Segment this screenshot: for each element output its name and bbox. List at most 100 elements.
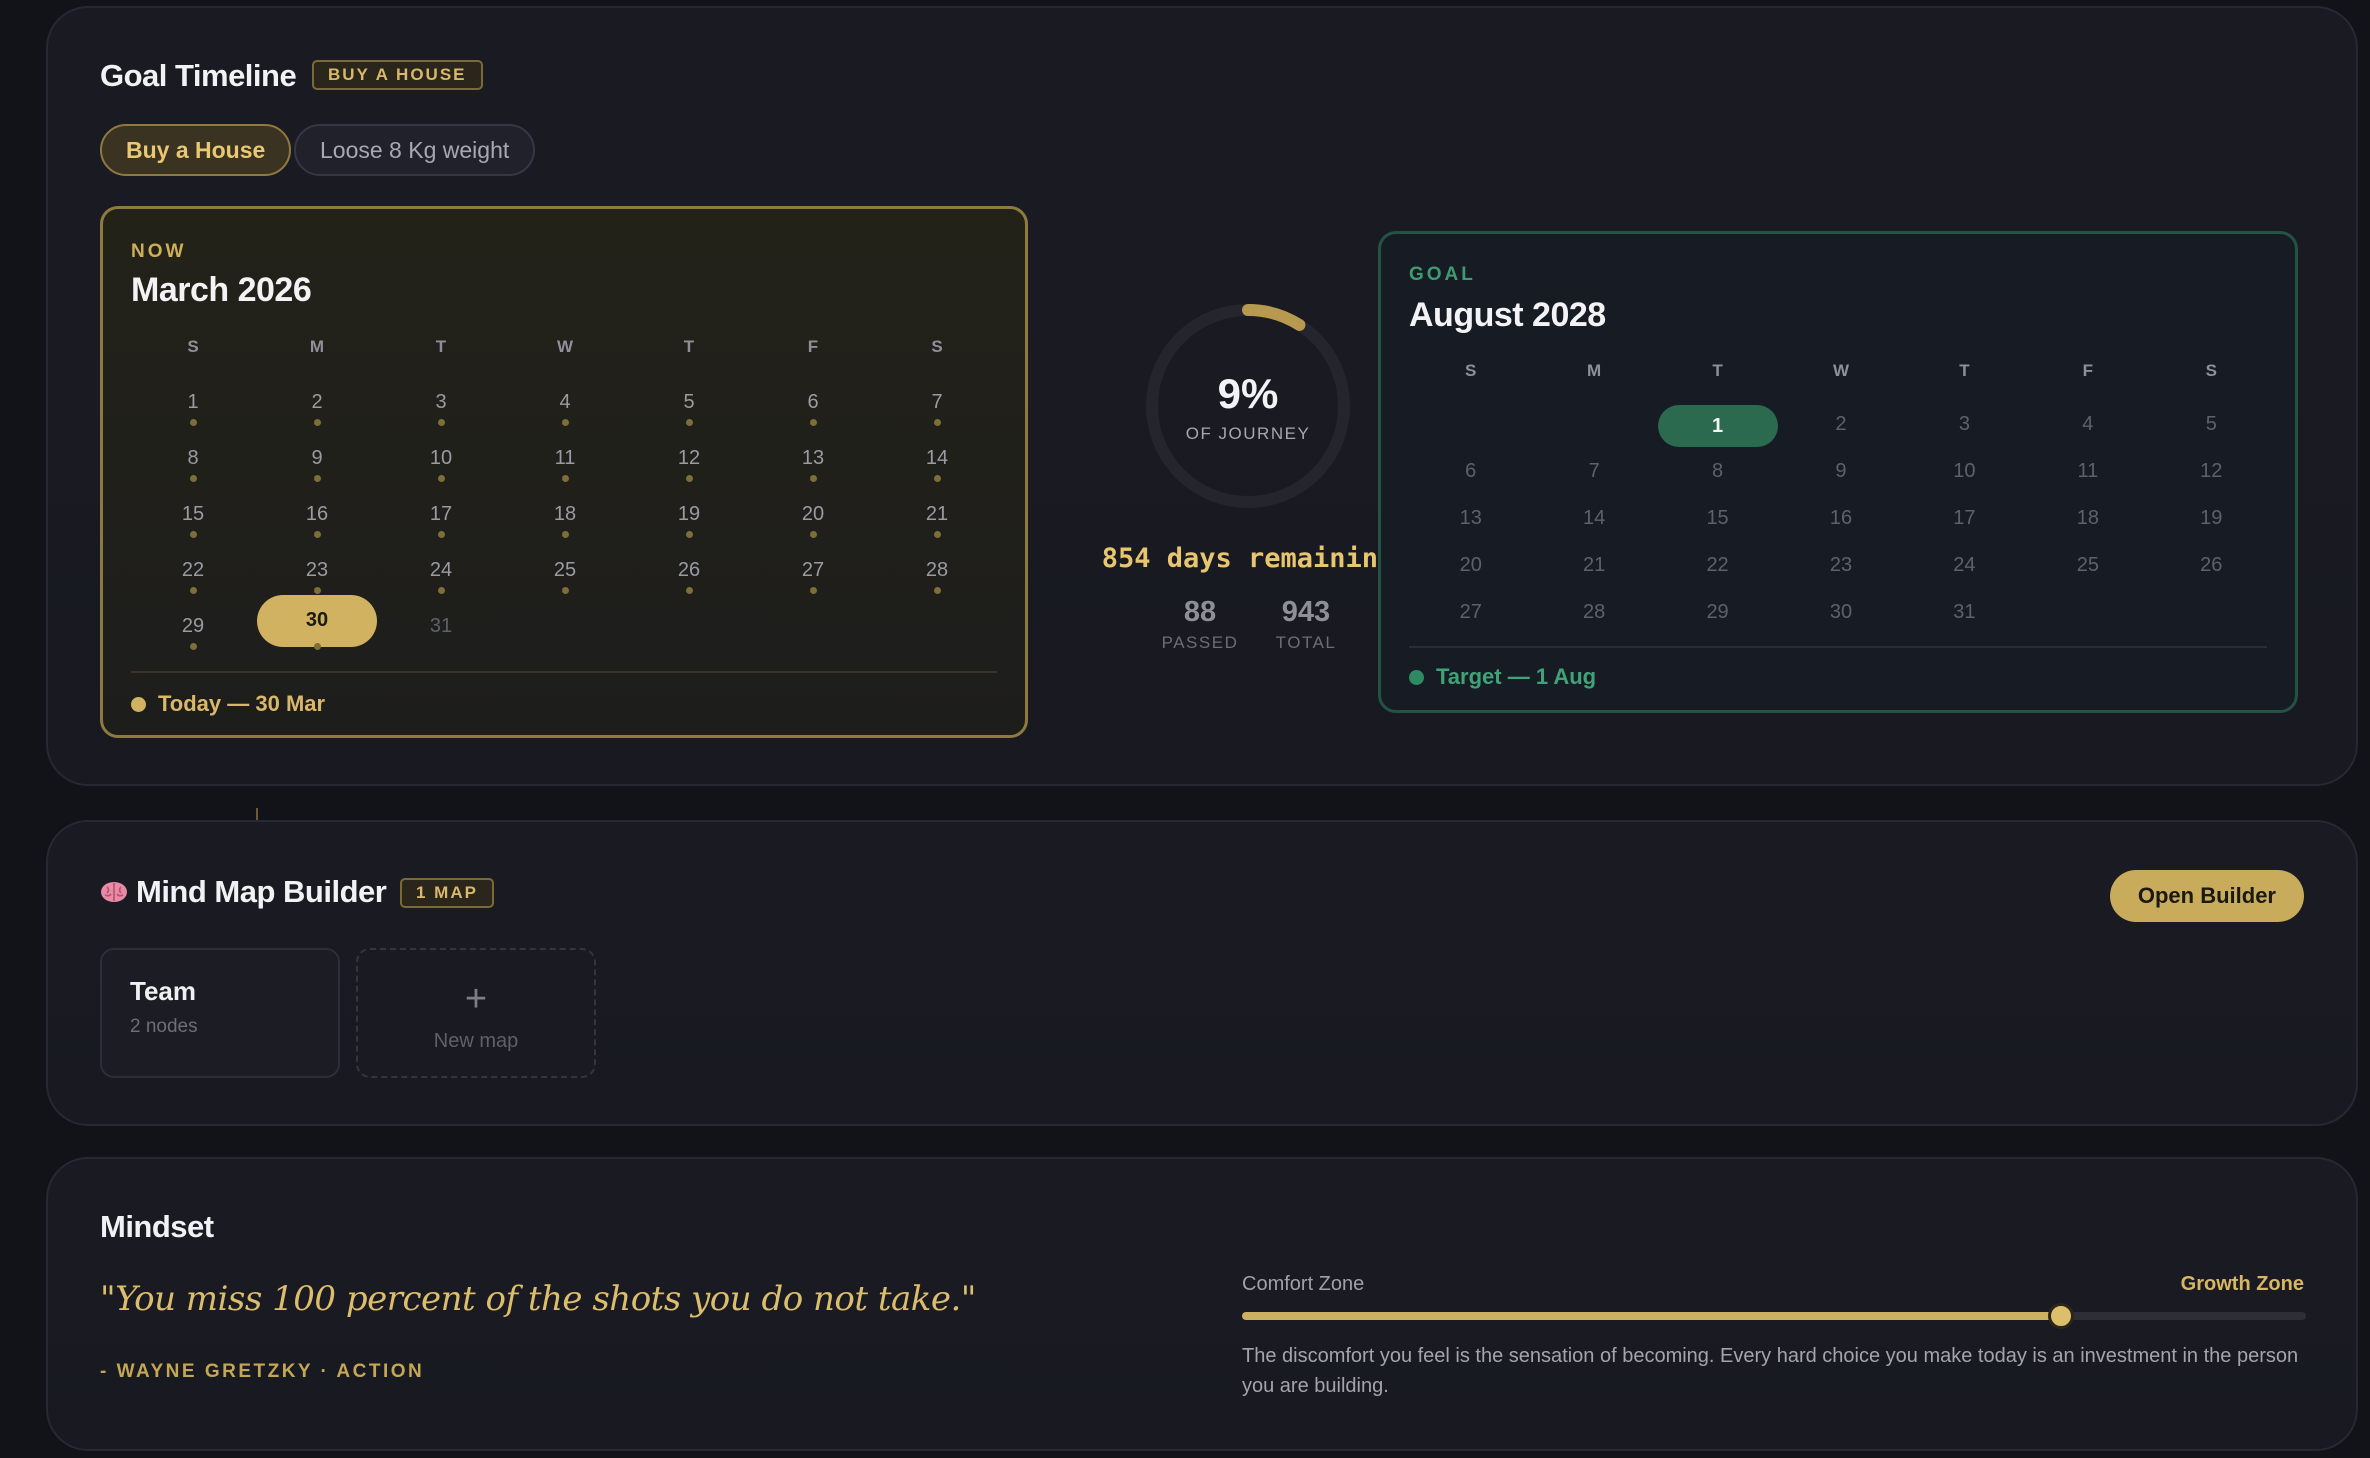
goal-badge: BUY A HOUSE xyxy=(312,60,483,90)
calendar-day[interactable]: 21 xyxy=(1532,546,1655,593)
calendar-day[interactable]: 25 xyxy=(503,557,627,613)
now-month-title: March 2026 xyxy=(131,271,312,309)
calendar-empty-cell xyxy=(1532,405,1655,452)
map-card-team[interactable]: Team 2 nodes xyxy=(100,948,340,1078)
calendar-day[interactable]: 27 xyxy=(751,557,875,613)
passed-value: 88 xyxy=(1183,596,1217,628)
calendar-day[interactable]: 7 xyxy=(875,389,999,445)
calendar-day[interactable]: 24 xyxy=(379,557,503,613)
calendar-day[interactable]: 10 xyxy=(1903,452,2026,499)
weekday-header: S xyxy=(931,337,943,356)
calendar-day[interactable]: 4 xyxy=(2026,405,2149,452)
calendar-day[interactable]: 24 xyxy=(1903,546,2026,593)
calendar-day[interactable]: 11 xyxy=(2026,452,2149,499)
calendar-day[interactable]: 10 xyxy=(379,445,503,501)
weekday-header: F xyxy=(2082,361,2094,380)
calendar-day[interactable]: 2 xyxy=(255,389,379,445)
goal-timeline-title: Goal Timeline xyxy=(100,58,297,93)
calendar-day[interactable]: 21 xyxy=(875,501,999,557)
weekday-header: M xyxy=(1587,361,1602,380)
goal-calendar: GOAL August 2028 SMTWTFS1123456789101112… xyxy=(1378,231,2298,713)
mind-map-panel: Mind Map Builder 1 MAP Open Builder Team… xyxy=(46,820,2358,1126)
calendar-day[interactable]: 9 xyxy=(255,445,379,501)
tab-buy-a-house[interactable]: Buy a House xyxy=(100,124,292,176)
new-map-button[interactable]: + New map xyxy=(356,948,596,1078)
calendar-day-today[interactable]: 3030 xyxy=(255,595,379,669)
calendar-day[interactable]: 18 xyxy=(503,501,627,557)
calendar-day[interactable]: 22 xyxy=(1656,546,1779,593)
calendar-day[interactable]: 22 xyxy=(131,557,255,613)
calendar-day[interactable]: 28 xyxy=(1532,593,1655,640)
calendar-day[interactable]: 5 xyxy=(2150,405,2273,452)
calendar-day[interactable]: 16 xyxy=(255,501,379,557)
mindset-title: Mindset xyxy=(100,1209,214,1244)
calendar-day[interactable]: 15 xyxy=(131,501,255,557)
now-kicker: NOW xyxy=(131,241,187,262)
calendar-day[interactable]: 31 xyxy=(1903,593,2026,640)
calendar-day[interactable]: 13 xyxy=(751,445,875,501)
calendar-day[interactable]: 17 xyxy=(379,501,503,557)
calendar-day[interactable]: 5 xyxy=(627,389,751,445)
calendar-day[interactable]: 7 xyxy=(1532,452,1655,499)
quote-text: "You miss 100 percent of the shots you d… xyxy=(100,1279,976,1319)
open-builder-button[interactable]: Open Builder xyxy=(2109,870,2304,922)
calendar-day[interactable]: 16 xyxy=(1779,499,1902,546)
calendar-day[interactable]: 23 xyxy=(1779,546,1902,593)
weekday-header: S xyxy=(1465,361,1477,380)
today-footer: Today — 30 Mar xyxy=(131,691,325,717)
calendar-day[interactable]: 25 xyxy=(2026,546,2149,593)
today-footer-text: Today — 30 Mar xyxy=(158,691,326,716)
calendar-day[interactable]: 2 xyxy=(1779,405,1902,452)
calendar-day[interactable]: 29 xyxy=(1656,593,1779,640)
calendar-day[interactable]: 18 xyxy=(2026,499,2149,546)
weekday-header: M xyxy=(309,337,325,356)
goal-calendar-grid: SMTWTFS112345678910111213141516171819202… xyxy=(1409,358,2273,640)
zone-slider[interactable] xyxy=(1242,1303,2306,1329)
calendar-day[interactable]: 12 xyxy=(2150,452,2273,499)
calendar-day[interactable]: 8 xyxy=(131,445,255,501)
calendar-day[interactable]: 3 xyxy=(379,389,503,445)
calendar-day[interactable]: 15 xyxy=(1656,499,1779,546)
calendar-day[interactable]: 19 xyxy=(2150,499,2273,546)
calendar-day[interactable]: 6 xyxy=(751,389,875,445)
calendar-day[interactable]: 12 xyxy=(627,445,751,501)
calendar-day-target[interactable]: 11 xyxy=(1656,405,1779,452)
weekday-header: F xyxy=(807,337,819,356)
calendar-day[interactable]: 20 xyxy=(1409,546,1532,593)
calendar-day[interactable]: 26 xyxy=(627,557,751,613)
calendar-day[interactable]: 6 xyxy=(1409,452,1532,499)
zone-slider-thumb[interactable] xyxy=(2048,1303,2075,1329)
calendar-day[interactable]: 3 xyxy=(1903,405,2026,452)
today-dot-icon xyxy=(131,697,146,712)
mindset-description: The discomfort you feel is the sensation… xyxy=(1242,1345,2299,1397)
calendar-day[interactable]: 11 xyxy=(503,445,627,501)
calendar-day[interactable]: 1 xyxy=(131,389,255,445)
tab-loose-weight[interactable]: Loose 8 Kg weight xyxy=(294,124,536,176)
weekday-header: S xyxy=(2205,361,2217,380)
calendar-day[interactable]: 28 xyxy=(875,557,999,613)
calendar-day[interactable]: 29 xyxy=(131,613,255,669)
calendar-day[interactable]: 9 xyxy=(1779,452,1902,499)
target-footer-text: Target — 1 Aug xyxy=(1436,664,1597,689)
passed-label: PASSED xyxy=(1161,633,1239,652)
goal-month-title: August 2028 xyxy=(1409,296,1606,334)
calendar-day[interactable]: 20 xyxy=(751,501,875,557)
calendar-day[interactable]: 8 xyxy=(1656,452,1779,499)
zone-slider-fill xyxy=(1242,1312,2062,1320)
divider xyxy=(1409,646,2267,648)
weekday-header: T xyxy=(435,337,447,356)
journey-label: OF JOURNEY xyxy=(1185,424,1311,443)
calendar-day[interactable]: 13 xyxy=(1409,499,1532,546)
calendar-day[interactable]: 19 xyxy=(627,501,751,557)
growth-zone-label: Growth Zone xyxy=(2180,1273,2304,1295)
mind-map-title: Mind Map Builder xyxy=(100,874,387,910)
calendar-day[interactable]: 4 xyxy=(503,389,627,445)
calendar-day[interactable]: 14 xyxy=(875,445,999,501)
calendar-day[interactable]: 17 xyxy=(1903,499,2026,546)
calendar-day[interactable]: 27 xyxy=(1409,593,1532,640)
calendar-day[interactable]: 30 xyxy=(1779,593,1902,640)
calendar-day[interactable]: 26 xyxy=(2150,546,2273,593)
calendar-day[interactable]: 31 xyxy=(379,613,503,669)
calendar-empty-cell xyxy=(1409,405,1532,452)
calendar-day[interactable]: 14 xyxy=(1532,499,1655,546)
